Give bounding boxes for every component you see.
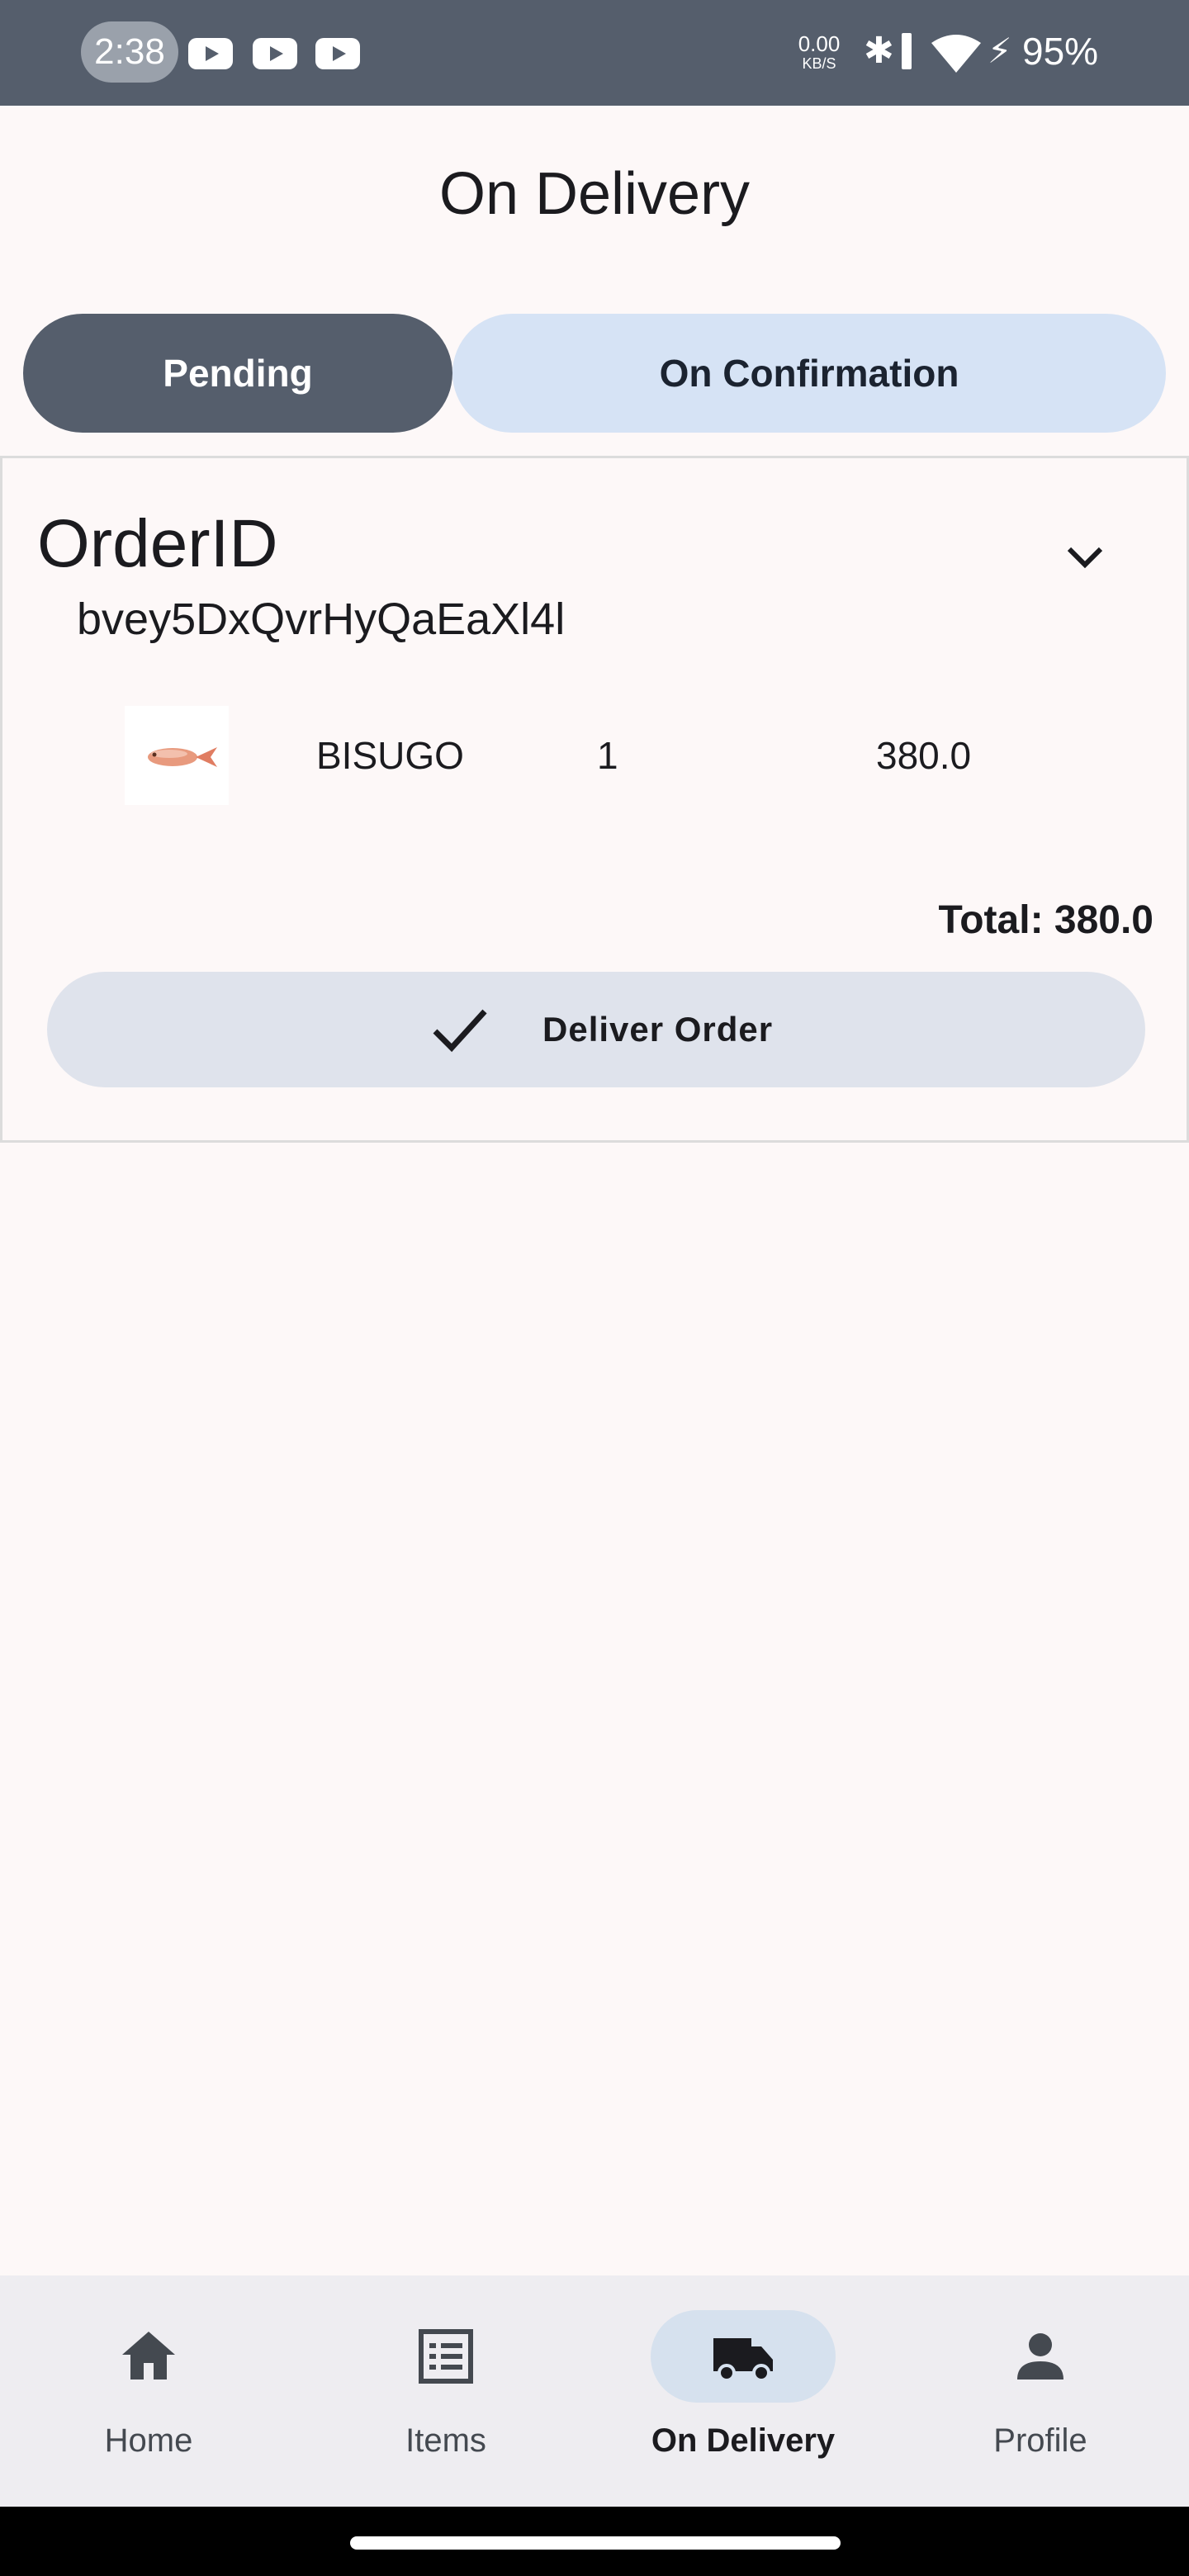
nav-item-on-delivery[interactable]: On Delivery [594, 2275, 892, 2507]
chevron-down-icon[interactable] [1056, 528, 1114, 585]
person-icon [1017, 2333, 1063, 2379]
order-total: Total: 380.0 [938, 898, 1153, 942]
list-icon [419, 2329, 473, 2384]
home-icon [122, 2332, 175, 2379]
youtube-icon [315, 38, 360, 69]
nav-item-profile[interactable]: Profile [892, 2275, 1189, 2507]
nav-label-on-delivery: On Delivery [651, 2422, 836, 2459]
order-item-row: BISUGO 1 380.0 [2, 706, 1189, 805]
bluetooth-battery-icon [902, 33, 912, 69]
nav-item-items[interactable]: Items [297, 2275, 594, 2507]
page-title: On Delivery [438, 161, 751, 227]
truck-icon [713, 2338, 773, 2382]
youtube-icon [253, 38, 297, 69]
deliver-order-label: Deliver Order [542, 1010, 774, 1049]
nav-item-home[interactable]: Home [0, 2275, 297, 2507]
check-icon [433, 1009, 487, 1053]
item-quantity: 1 [597, 734, 618, 777]
nav-label-profile: Profile [993, 2422, 1087, 2459]
order-card: OrderID bvey5DxQvrHyQaEaXl4l BISUGO 1 38… [0, 456, 1189, 1143]
bottom-navigation: Home Items On Delivery Profile [0, 2275, 1189, 2507]
gesture-navigation-bar [0, 2507, 1189, 2576]
order-id-label: OrderID [37, 506, 278, 581]
net-speed-unit: KB/S [802, 55, 836, 72]
order-id-value: bvey5DxQvrHyQaEaXl4l [77, 594, 566, 644]
wifi-icon [931, 35, 981, 73]
status-time: 2:38 [81, 21, 178, 83]
screen: 2:38 0.00 KB/S ✱ ⚡ 95% On Delivery Pendi… [0, 0, 1189, 2576]
item-name: BISUGO [316, 734, 464, 777]
tab-on-confirmation[interactable]: On Confirmation [452, 314, 1166, 433]
bluetooth-icon: ✱ [864, 31, 894, 71]
nav-label-home: Home [104, 2422, 193, 2459]
home-gesture-handle[interactable] [350, 2536, 841, 2550]
item-price: 380.0 [876, 734, 972, 777]
nav-label-items: Items [405, 2422, 486, 2459]
fish-icon [125, 706, 229, 805]
net-speed-value: 0.00 [798, 31, 841, 56]
status-bar: 2:38 0.00 KB/S ✱ ⚡ 95% [0, 0, 1189, 106]
charging-icon: ⚡ [988, 31, 1012, 70]
net-speed-indicator: 0.00 KB/S [784, 33, 854, 76]
youtube-icon [188, 38, 233, 69]
deliver-order-button[interactable]: Deliver Order [47, 972, 1145, 1087]
battery-percent: 95% [1022, 30, 1099, 73]
tab-pending[interactable]: Pending [23, 314, 452, 433]
